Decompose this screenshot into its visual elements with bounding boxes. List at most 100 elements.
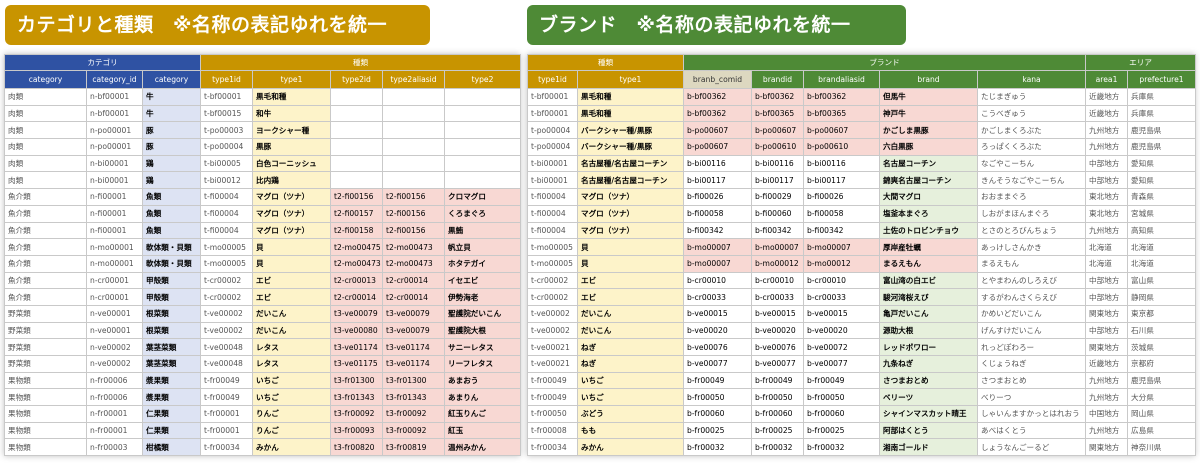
table-cell[interactable]: みかん [252,438,332,457]
table-cell[interactable]: 柑橘類 [141,438,202,457]
table-cell[interactable]: t2-mo00473 [330,254,384,273]
table-cell[interactable]: 但馬牛 [879,88,978,106]
table-cell[interactable]: b-cr00033 [803,288,880,306]
table-cell[interactable]: サニーレタス [444,338,522,356]
table-cell[interactable]: t-fr00049 [200,388,254,407]
table-cell[interactable]: n-fi00001 [86,204,143,223]
table-cell[interactable]: t-cr00002 [200,288,254,306]
table-cell[interactable]: こうべぎゅう [976,104,1087,123]
table-cell[interactable]: 貝 [577,254,684,273]
table-cell[interactable] [444,138,522,156]
table-cell[interactable] [444,171,522,190]
table-cell[interactable]: t-bf00001 [200,88,254,106]
table-cell[interactable]: いちご [252,388,332,407]
table-cell[interactable]: n-ve00001 [86,304,143,323]
table-cell[interactable]: とやまわんのしろえび [976,271,1087,290]
table-cell[interactable]: エビ [577,288,684,306]
table-cell[interactable]: ホタテガイ [444,254,522,273]
table-cell[interactable]: いちご [577,371,684,390]
table-cell[interactable]: 関東地方 [1085,438,1129,457]
table-cell[interactable]: b-ve00072 [803,338,880,356]
table-cell[interactable]: 兵庫県 [1127,104,1197,123]
table-cell[interactable]: 黒豚 [252,138,332,156]
table-cell[interactable]: n-fr00006 [86,371,143,390]
table-cell[interactable]: 九州地方 [1085,421,1129,440]
table-cell[interactable]: 関東地方 [1085,304,1129,323]
table-cell[interactable]: 中部地方 [1085,171,1129,190]
table-cell[interactable]: n-fr00001 [86,405,143,423]
table-cell[interactable]: リーフレタス [444,355,522,373]
table-cell[interactable]: エビ [577,271,684,290]
table-cell[interactable]: マグロ（ツナ） [577,204,684,223]
table-cell[interactable]: 貝 [577,238,684,256]
table-cell[interactable]: 根菜類 [141,321,202,340]
table-cell[interactable]: 広島県 [1127,421,1197,440]
table-cell[interactable]: 比内鶏 [252,171,332,190]
table-cell[interactable]: ヨークシャー種 [252,121,332,140]
table-cell[interactable]: b-ve00015 [751,304,804,323]
table-cell[interactable]: b-fr00060 [803,405,880,423]
table-cell[interactable]: なごやこーちん [976,154,1087,173]
table-cell[interactable]: t-mo00005 [527,238,578,256]
table-cell[interactable]: b-bf00365 [803,104,880,123]
table-cell[interactable]: t3-fr01343 [382,388,446,407]
table-cell[interactable]: n-bf00001 [86,88,143,106]
table-cell[interactable]: t-ve00021 [527,355,578,373]
table-cell[interactable]: 豚 [141,138,202,156]
table-cell[interactable]: t-fr00034 [200,438,254,457]
table-cell[interactable]: イセエビ [444,271,522,290]
table-cell[interactable]: 温州みかん [444,438,522,457]
table-cell[interactable]: t2-cr00014 [330,288,384,306]
table-cell[interactable]: t-ve00048 [200,355,254,373]
table-cell[interactable] [444,154,522,173]
table-cell[interactable]: n-po00001 [86,121,143,140]
table-cell[interactable]: b-fi00026 [803,188,880,206]
table-cell[interactable]: t3-ve01174 [382,338,446,356]
table-cell[interactable]: b-bf00365 [751,104,804,123]
table-cell[interactable]: t-fr00034 [527,438,578,457]
table-cell[interactable]: 北海道 [1085,238,1129,256]
table-cell[interactable]: 駿河湾桜えび [879,288,978,306]
table-cell[interactable]: 聖護院大根 [444,321,522,340]
table-cell[interactable]: t-fi00004 [200,188,254,206]
table-cell[interactable]: 肉類 [4,88,87,106]
table-cell[interactable]: 六白黒豚 [879,138,978,156]
table-cell[interactable]: くろまぐろ [444,204,522,223]
table-cell[interactable]: 錦爽名古屋コーチン [879,171,978,190]
table-cell[interactable]: b-fr00049 [803,371,880,390]
table-cell[interactable]: もも [577,421,684,440]
table-cell[interactable]: t3-ve01174 [382,355,446,373]
table-cell[interactable]: b-ve00015 [803,304,880,323]
table-cell[interactable]: 黒毛和種 [577,104,684,123]
table-cell[interactable]: するがわんさくらえび [976,288,1087,306]
table-cell[interactable]: b-fr00049 [751,371,804,390]
table-cell[interactable]: ねぎ [577,338,684,356]
table-cell[interactable]: 果物類 [4,421,87,440]
table-cell[interactable]: t-po00004 [200,138,254,156]
table-cell[interactable]: 中部地方 [1085,288,1129,306]
table-cell[interactable]: t-bf00001 [527,88,578,106]
table-cell[interactable]: クロマグロ [444,188,522,206]
table-cell[interactable]: 魚類 [141,188,202,206]
table-cell[interactable]: 大間マグロ [879,188,978,206]
table-cell[interactable]: t3-fr00093 [330,421,384,440]
table-cell[interactable] [330,121,384,140]
table-cell[interactable]: 近畿地方 [1085,88,1129,106]
table-cell[interactable]: b-bi00116 [683,154,752,173]
table-cell[interactable]: t-po00004 [527,121,578,140]
table-cell[interactable]: げんすけだいこん [976,321,1087,340]
table-cell[interactable]: しゃいんますかっとはれおう [976,405,1087,423]
table-cell[interactable]: だいこん [252,321,332,340]
table-cell[interactable]: さつまおとめ [879,371,978,390]
table-cell[interactable]: 牛 [141,104,202,123]
table-cell[interactable]: 野菜類 [4,304,87,323]
table-cell[interactable]: b-mo00007 [803,238,880,256]
table-cell[interactable]: ぶどう [577,405,684,423]
table-cell[interactable]: シャインマスカット晴王 [879,405,978,423]
table-cell[interactable]: t3-fr01343 [330,388,384,407]
table-cell[interactable]: t-fi00004 [527,188,578,206]
table-cell[interactable]: 野菜類 [4,355,87,373]
table-cell[interactable]: 東北地方 [1085,204,1129,223]
table-cell[interactable]: 白色コーニッシュ [252,154,332,173]
table-cell[interactable]: t-bi00001 [527,154,578,173]
